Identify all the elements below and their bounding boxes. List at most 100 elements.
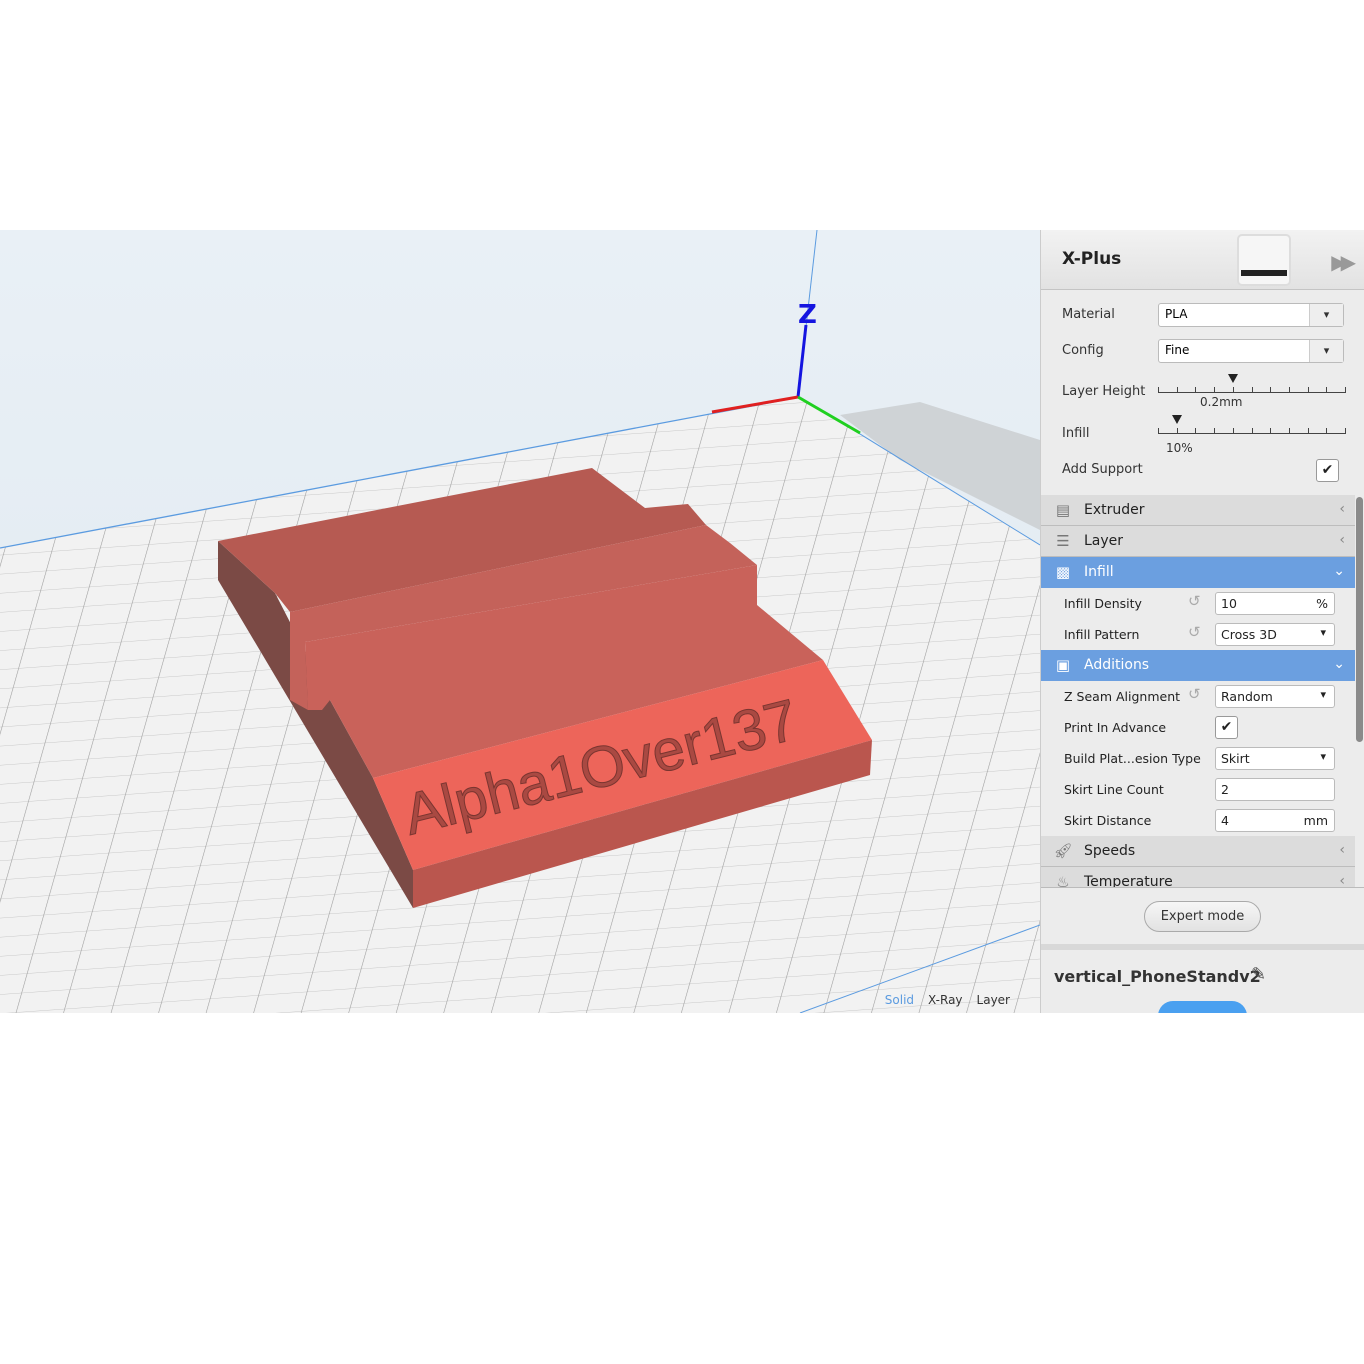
slider-tick (1176, 387, 1178, 392)
reset-icon[interactable]: ↺ (1188, 685, 1201, 703)
section-speeds[interactable]: 🚀︎ Speeds ‹ (1041, 836, 1355, 867)
view-mode-solid[interactable]: Solid (885, 993, 914, 1007)
view-mode-switch: Solid X-Ray Layer (885, 993, 1010, 1007)
primary-action-button[interactable] (1158, 1001, 1247, 1013)
config-select[interactable]: Fine ▾ (1158, 339, 1344, 363)
section-label: Temperature (1084, 874, 1173, 887)
toolbox-icon: ▣ (1055, 656, 1071, 674)
scene: Z Alpha1Over137 (0, 230, 1040, 1013)
chevron-down-icon: ▾ (1309, 340, 1343, 362)
z-axis-label: Z (798, 300, 817, 330)
skirt-line-count-input[interactable]: 2 (1215, 778, 1335, 801)
print-in-advance-checkbox[interactable]: ✔ (1215, 716, 1238, 739)
settings-panel: X-Plus ▶▶ Material PLA ▾ Config Fine ▾ Lay… (1040, 230, 1364, 1013)
unit: % (1316, 596, 1328, 611)
material-value: PLA (1165, 307, 1188, 321)
infill-density-label: Infill Density (1064, 596, 1142, 611)
chevron-left-icon: ‹ (1339, 532, 1345, 548)
section-additions[interactable]: ▣ Additions ⌄ (1041, 650, 1355, 681)
infill-label: Infill (1062, 426, 1090, 441)
chevron-down-icon: ⌄ (1333, 563, 1345, 579)
skirt-distance-input[interactable]: 4 mm (1215, 809, 1335, 832)
chevron-left-icon: ‹ (1339, 842, 1345, 858)
section-label: Speeds (1084, 843, 1136, 859)
input-value: 2 (1221, 782, 1229, 797)
infill-value: 10% (1166, 441, 1193, 455)
slider-tick (1307, 387, 1309, 392)
chevron-down-icon: ▾ (1309, 304, 1343, 326)
layer-height-value: 0.2mm (1200, 395, 1243, 409)
slider-tick (1345, 428, 1346, 433)
section-extruder[interactable]: ▤ Extruder ‹ (1041, 495, 1355, 526)
chevron-down-icon: ▾ (1320, 688, 1326, 701)
section-temperature[interactable]: ♨ Temperature ‹ (1041, 867, 1355, 887)
infill-slider[interactable] (1158, 415, 1346, 434)
printer-name: X-Plus (1062, 249, 1122, 269)
printer-header: X-Plus ▶▶ (1041, 230, 1364, 290)
reset-icon[interactable]: ↺ (1188, 623, 1201, 641)
material-select[interactable]: PLA ▾ (1158, 303, 1344, 327)
infill-density-input[interactable]: 10% (1215, 592, 1335, 615)
slider-tick (1326, 387, 1328, 392)
collapse-panel-icon[interactable]: ▶▶ (1331, 250, 1356, 274)
slider-tick (1195, 387, 1197, 392)
add-support-checkbox[interactable]: ✔ (1316, 459, 1339, 482)
expert-mode-button[interactable]: Expert mode (1144, 901, 1261, 932)
view-mode-layer[interactable]: Layer (977, 993, 1010, 1007)
settings-scrollbar[interactable] (1355, 495, 1364, 887)
z-seam-select[interactable]: Random ▾ (1215, 685, 1335, 708)
slider-tick (1214, 428, 1216, 433)
slicer-app: Z Alpha1Over137 Solid X-Ray Layer X-Plus… (0, 230, 1364, 1013)
layer-icon: ☰ (1056, 532, 1070, 550)
input-value: 10 (1221, 596, 1237, 611)
slider-tick (1251, 387, 1253, 392)
slider-tick (1326, 428, 1328, 433)
adhesion-select[interactable]: Skirt ▾ (1215, 747, 1335, 770)
slider-tick (1232, 428, 1234, 433)
section-layer[interactable]: ☰ Layer ‹ (1041, 526, 1355, 557)
infill-pattern-select[interactable]: Cross 3D ▾ (1215, 623, 1335, 646)
rocket-icon: 🚀︎ (1053, 842, 1073, 860)
skirt-line-count-label: Skirt Line Count (1064, 782, 1164, 797)
select-value: Skirt (1221, 751, 1250, 766)
slider-tick (1251, 428, 1253, 433)
printer-image (1237, 234, 1291, 286)
slider-tick (1195, 428, 1197, 433)
divider (1041, 944, 1364, 950)
divider (1041, 887, 1364, 888)
slider-thumb[interactable] (1228, 374, 1238, 383)
config-label: Config (1062, 343, 1104, 358)
file-name: vertical_PhoneStandv2 (1054, 967, 1261, 986)
slider-tick (1158, 428, 1159, 433)
extruder-icon: ▤ (1055, 501, 1071, 519)
unit: mm (1303, 813, 1328, 828)
settings-list: ▤ Extruder ‹ ☰ Layer ‹ ▩ Infill ⌄ Infill Densi… (1041, 495, 1355, 887)
reset-icon[interactable]: ↺ (1188, 592, 1201, 610)
temperature-icon: ♨ (1056, 873, 1070, 887)
3d-viewport[interactable]: Z Alpha1Over137 Solid X-Ray Layer (0, 230, 1040, 1013)
chevron-down-icon: ⌄ (1333, 656, 1345, 672)
select-value: Random (1221, 689, 1273, 704)
layer-height-slider[interactable] (1158, 374, 1346, 393)
slider-tick (1232, 387, 1234, 392)
adhesion-label: Build Plat...esion Type (1064, 751, 1201, 766)
config-value: Fine (1165, 343, 1190, 357)
slider-tick (1288, 428, 1290, 433)
section-label: Additions (1084, 657, 1150, 673)
slider-tick (1214, 387, 1216, 392)
view-mode-xray[interactable]: X-Ray (928, 993, 962, 1007)
infill-pattern-label: Infill Pattern (1064, 627, 1140, 642)
slider-tick (1158, 387, 1159, 392)
slider-tick (1345, 387, 1346, 392)
slider-tick (1288, 387, 1290, 392)
z-seam-label: Z Seam Alignment (1064, 689, 1181, 704)
slider-thumb[interactable] (1172, 415, 1182, 424)
edit-icon[interactable]: ✎ (1251, 964, 1266, 985)
input-value: 4 (1221, 813, 1229, 828)
section-infill[interactable]: ▩ Infill ⌄ (1041, 557, 1355, 588)
chevron-left-icon: ‹ (1339, 501, 1345, 517)
slider-tick (1307, 428, 1309, 433)
slider-tick (1176, 428, 1178, 433)
section-label: Infill (1084, 564, 1114, 580)
slider-tick (1270, 428, 1272, 433)
